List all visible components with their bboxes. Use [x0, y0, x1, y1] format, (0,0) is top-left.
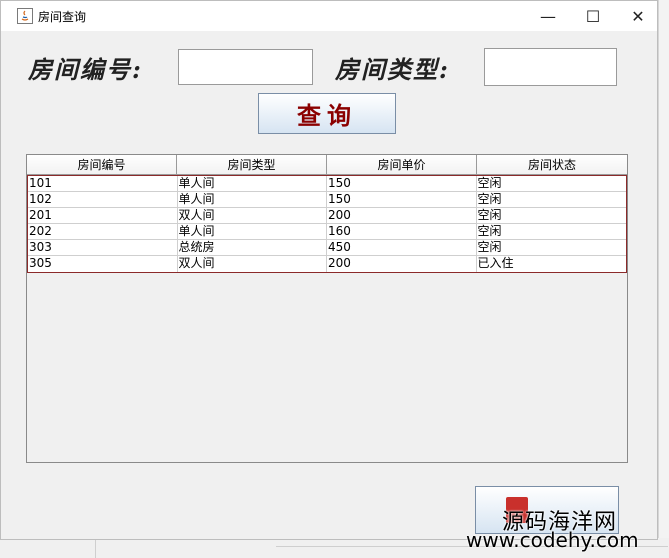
- column-header[interactable]: 房间状态: [477, 155, 627, 175]
- cell-room-price[interactable]: 150: [327, 176, 477, 191]
- room-table[interactable]: 房间编号 房间类型 房间单价 房间状态 101 单人间 150 空闲 102 单…: [26, 154, 628, 463]
- column-header[interactable]: 房间类型: [177, 155, 327, 175]
- table-header: 房间编号 房间类型 房间单价 房间状态: [27, 155, 627, 175]
- title-bar[interactable]: 房间查询 — ☐ ✕: [1, 1, 657, 31]
- java-app-icon: [17, 8, 33, 24]
- cell-room-status[interactable]: 空闲: [477, 208, 627, 223]
- maximize-button[interactable]: ☐: [570, 1, 616, 31]
- cell-room-price[interactable]: 200: [327, 208, 477, 223]
- table-row[interactable]: 101 单人间 150 空闲: [28, 176, 626, 192]
- cell-room-status[interactable]: 已入住: [477, 256, 627, 272]
- cell-room-type[interactable]: 双人间: [178, 208, 327, 223]
- cell-room-type[interactable]: 总统房: [178, 240, 327, 255]
- cell-room-price[interactable]: 150: [327, 192, 477, 207]
- table-row[interactable]: 305 双人间 200 已入住: [28, 256, 626, 272]
- window-title: 房间查询: [38, 10, 87, 24]
- cell-room-status[interactable]: 空闲: [477, 224, 627, 239]
- table-row[interactable]: 102 单人间 150 空闲: [28, 192, 626, 208]
- table-row[interactable]: 201 双人间 200 空闲: [28, 208, 626, 224]
- cell-room-number[interactable]: 303: [28, 240, 178, 255]
- room-query-window: 房间查询 — ☐ ✕ 房间编号: 房间类型: 查询 房间编号 房间类型 房间单价…: [0, 0, 658, 540]
- room-type-input[interactable]: [484, 48, 617, 86]
- cell-room-type[interactable]: 单人间: [178, 224, 327, 239]
- cell-room-type[interactable]: 双人间: [178, 256, 327, 272]
- minimize-icon: —: [540, 6, 556, 26]
- room-number-input[interactable]: [178, 49, 313, 85]
- cell-room-price[interactable]: 200: [327, 256, 477, 272]
- minimize-button[interactable]: —: [525, 1, 571, 31]
- cell-room-number[interactable]: 305: [28, 256, 178, 272]
- close-icon: ✕: [631, 6, 645, 26]
- cell-room-number[interactable]: 201: [28, 208, 178, 223]
- table-row[interactable]: 303 总统房 450 空闲: [28, 240, 626, 256]
- close-button[interactable]: ✕: [615, 1, 661, 31]
- cell-room-type[interactable]: 单人间: [178, 192, 327, 207]
- maximize-icon: ☐: [585, 6, 601, 26]
- cell-room-status[interactable]: 空闲: [477, 192, 627, 207]
- column-header[interactable]: 房间单价: [327, 155, 477, 175]
- cell-room-status[interactable]: 空闲: [477, 176, 627, 191]
- cell-room-number[interactable]: 101: [28, 176, 178, 191]
- table-row[interactable]: 202 单人间 160 空闲: [28, 224, 626, 240]
- room-number-label: 房间编号:: [28, 55, 143, 84]
- watermark-url: www.codehy.com: [466, 528, 639, 552]
- background-window-edge: [658, 0, 669, 558]
- cell-room-price[interactable]: 160: [327, 224, 477, 239]
- background-divider: [95, 538, 96, 558]
- cell-room-price[interactable]: 450: [327, 240, 477, 255]
- query-button[interactable]: 查询: [258, 93, 396, 134]
- cell-room-status[interactable]: 空闲: [477, 240, 627, 255]
- cell-room-type[interactable]: 单人间: [178, 176, 327, 191]
- table-body: 101 单人间 150 空闲 102 单人间 150 空闲 201 双人间 20…: [27, 175, 627, 273]
- room-type-label: 房间类型:: [335, 55, 450, 84]
- query-button-label: 查询: [297, 101, 357, 130]
- cell-room-number[interactable]: 202: [28, 224, 178, 239]
- cell-room-number[interactable]: 102: [28, 192, 178, 207]
- column-header[interactable]: 房间编号: [27, 155, 177, 175]
